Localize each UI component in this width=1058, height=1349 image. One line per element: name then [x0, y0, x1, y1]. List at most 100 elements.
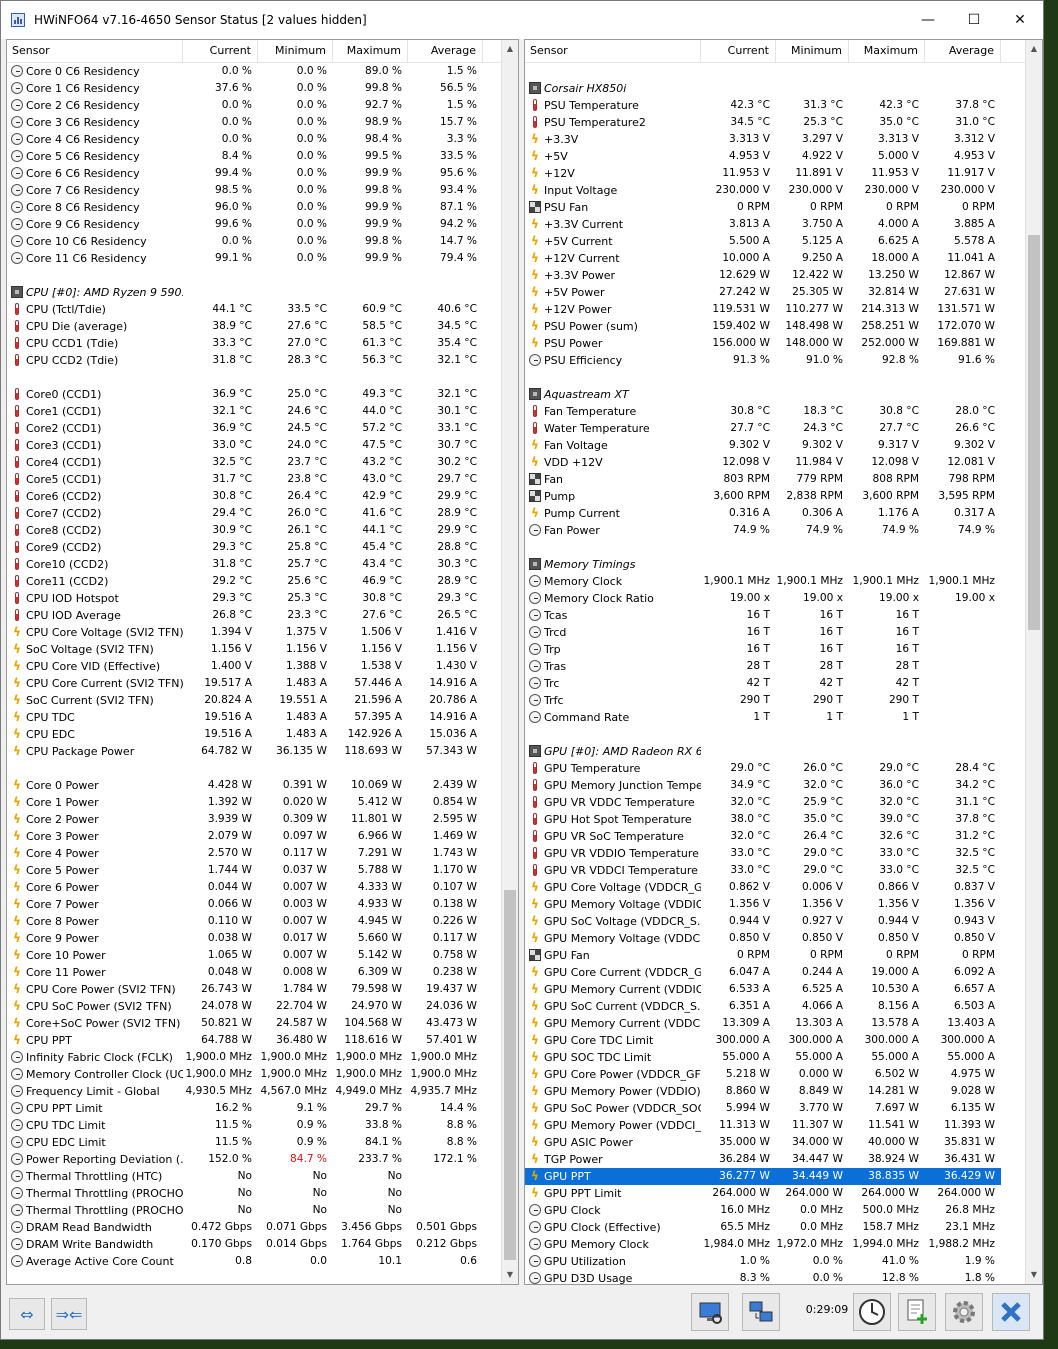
lightning-bolt-icon: ϟ — [531, 1169, 539, 1183]
value-average: 230.000 V — [940, 184, 995, 196]
nav-right-button[interactable]: ⇒⇐ — [51, 1298, 87, 1330]
column-header-right: Sensor Current Minimum Maximum Average — [525, 40, 1042, 63]
value-average: 300.000 A — [940, 1034, 995, 1046]
lightning-bolt-icon: ϟ — [13, 812, 21, 826]
clock-icon — [529, 694, 541, 706]
settings-button[interactable] — [945, 1293, 983, 1331]
lightning-bolt-icon: ϟ — [531, 880, 539, 894]
sensor-label: GPU Memory Power (VDDIO) — [544, 1085, 701, 1098]
scroll-down-arrow-icon[interactable]: ▼ — [1026, 1266, 1042, 1283]
value-minimum: 33.5 °C — [287, 303, 327, 315]
clock-icon — [11, 150, 23, 162]
add-report-button[interactable] — [898, 1293, 936, 1331]
clock-icon — [529, 609, 541, 621]
scrollbar-left[interactable]: ▲ ▼ — [501, 40, 518, 1284]
value-minimum: 1,900.0 MHz — [260, 1051, 327, 1063]
scroll-down-arrow-icon[interactable]: ▼ — [502, 1266, 518, 1283]
lightning-bolt-icon: ϟ — [531, 1084, 539, 1098]
col-sensor[interactable]: Sensor — [525, 40, 701, 62]
value-minimum: 1.483 A — [286, 728, 327, 740]
value-maximum: 35.0 °C — [879, 116, 919, 128]
sensor-label: SoC Voltage (SVI2 TFN) — [26, 643, 154, 656]
value-maximum: 43.2 °C — [362, 456, 402, 468]
sensor-label: Frequency Limit - Global — [26, 1085, 160, 1098]
lightning-bolt-icon: ϟ — [531, 319, 539, 333]
col-current[interactable]: Current — [701, 40, 776, 62]
col-average[interactable]: Average — [408, 40, 483, 62]
scroll-thumb[interactable] — [504, 890, 516, 1260]
value-current: 34.5 °C — [730, 116, 770, 128]
value-maximum: 24.970 W — [351, 1000, 402, 1012]
scroll-up-arrow-icon[interactable]: ▲ — [502, 40, 518, 57]
value-current: 1,900.1 MHz — [703, 575, 770, 587]
value-maximum: 99.8 % — [364, 82, 402, 94]
exit-button[interactable] — [992, 1293, 1030, 1331]
lightning-bolt-icon: ϟ — [13, 948, 21, 962]
value-maximum: 1.176 A — [878, 507, 919, 519]
value-minimum: 28.3 °C — [287, 354, 327, 366]
value-current: 30.8 °C — [212, 490, 252, 502]
value-maximum: 9.317 V — [878, 439, 919, 451]
value-average: 32.1 °C — [437, 354, 477, 366]
title-bar[interactable]: HWiNFO64 v7.16-4650 Sensor Status [2 val… — [1, 1, 1043, 39]
minimize-button[interactable]: — — [905, 1, 951, 39]
value-average: 0.837 V — [954, 881, 995, 893]
lightning-bolt-icon: ϟ — [531, 914, 539, 928]
value-average: 26.5 °C — [437, 609, 477, 621]
lightning-bolt-icon: ϟ — [13, 744, 21, 758]
lightning-bolt-icon: ϟ — [531, 1033, 539, 1047]
sensor-label: Tcas — [544, 609, 568, 622]
sensor-label: Fan Temperature — [544, 405, 637, 418]
value-maximum: 44.1 °C — [362, 524, 402, 536]
value-minimum: 0.008 W — [282, 966, 327, 978]
scroll-thumb[interactable] — [1028, 235, 1040, 630]
close-button[interactable]: ✕ — [997, 1, 1043, 39]
col-sensor[interactable]: Sensor — [7, 40, 183, 62]
timer-button[interactable] — [853, 1293, 891, 1331]
value-current: 1 T — [753, 711, 770, 723]
col-minimum[interactable]: Minimum — [776, 40, 849, 62]
value-average: 1.5 % — [446, 99, 477, 111]
value-current: 1.744 W — [207, 864, 252, 876]
clock-icon — [11, 184, 23, 196]
value-average: 3.885 A — [954, 218, 995, 230]
col-maximum[interactable]: Maximum — [333, 40, 408, 62]
col-average[interactable]: Average — [925, 40, 1001, 62]
value-average: 6.135 W — [950, 1102, 995, 1114]
thermometer-icon — [533, 116, 537, 128]
value-maximum: 3.313 V — [878, 133, 919, 145]
network-share-button[interactable] — [742, 1293, 780, 1331]
value-minimum: 230.000 V — [788, 184, 843, 196]
col-maximum[interactable]: Maximum — [849, 40, 925, 62]
scrollbar-right[interactable]: ▲ ▼ — [1025, 40, 1042, 1284]
value-current: 37.6 % — [214, 82, 252, 94]
col-current[interactable]: Current — [183, 40, 258, 62]
lightning-bolt-icon: ϟ — [531, 132, 539, 146]
sensor-list-left[interactable]: Sensor Current Minimum Maximum Average C… — [6, 39, 519, 1285]
scroll-up-arrow-icon[interactable]: ▲ — [1026, 40, 1042, 57]
value-maximum: 118.616 W — [344, 1034, 402, 1046]
value-current: 16 T — [746, 643, 770, 655]
value-current: 64.788 W — [201, 1034, 252, 1046]
sensor-label: Water Temperature — [544, 422, 650, 435]
fan-icon — [529, 201, 541, 213]
maximize-button[interactable]: ☐ — [951, 1, 997, 39]
sensor-label: Fan — [544, 473, 564, 486]
lightning-bolt-icon: ϟ — [531, 438, 539, 452]
value-maximum: 16 T — [895, 609, 919, 621]
lightning-bolt-icon: ϟ — [13, 897, 21, 911]
value-average: 14.7 % — [439, 235, 477, 247]
thermometer-icon — [533, 847, 537, 859]
value-current: 9.302 V — [729, 439, 770, 451]
clock-icon — [529, 711, 541, 723]
sensor-label: GPU Memory Voltage (VDDCI... — [544, 932, 701, 945]
sensor-label: CPU Core VID (Effective) — [26, 660, 161, 673]
sensor-list-right[interactable]: Sensor Current Minimum Maximum Average C… — [524, 39, 1043, 1285]
value-minimum: 27.0 °C — [287, 337, 327, 349]
sensor-label: GPU Memory Voltage (VDDIO) — [544, 898, 701, 911]
hwinfo-window: HWiNFO64 v7.16-4650 Sensor Status [2 val… — [0, 0, 1044, 1340]
sensor-label: Pump — [544, 490, 576, 503]
nav-left-button[interactable]: ⇔ — [9, 1298, 45, 1330]
network-monitor-button[interactable] — [691, 1293, 729, 1331]
col-minimum[interactable]: Minimum — [258, 40, 333, 62]
